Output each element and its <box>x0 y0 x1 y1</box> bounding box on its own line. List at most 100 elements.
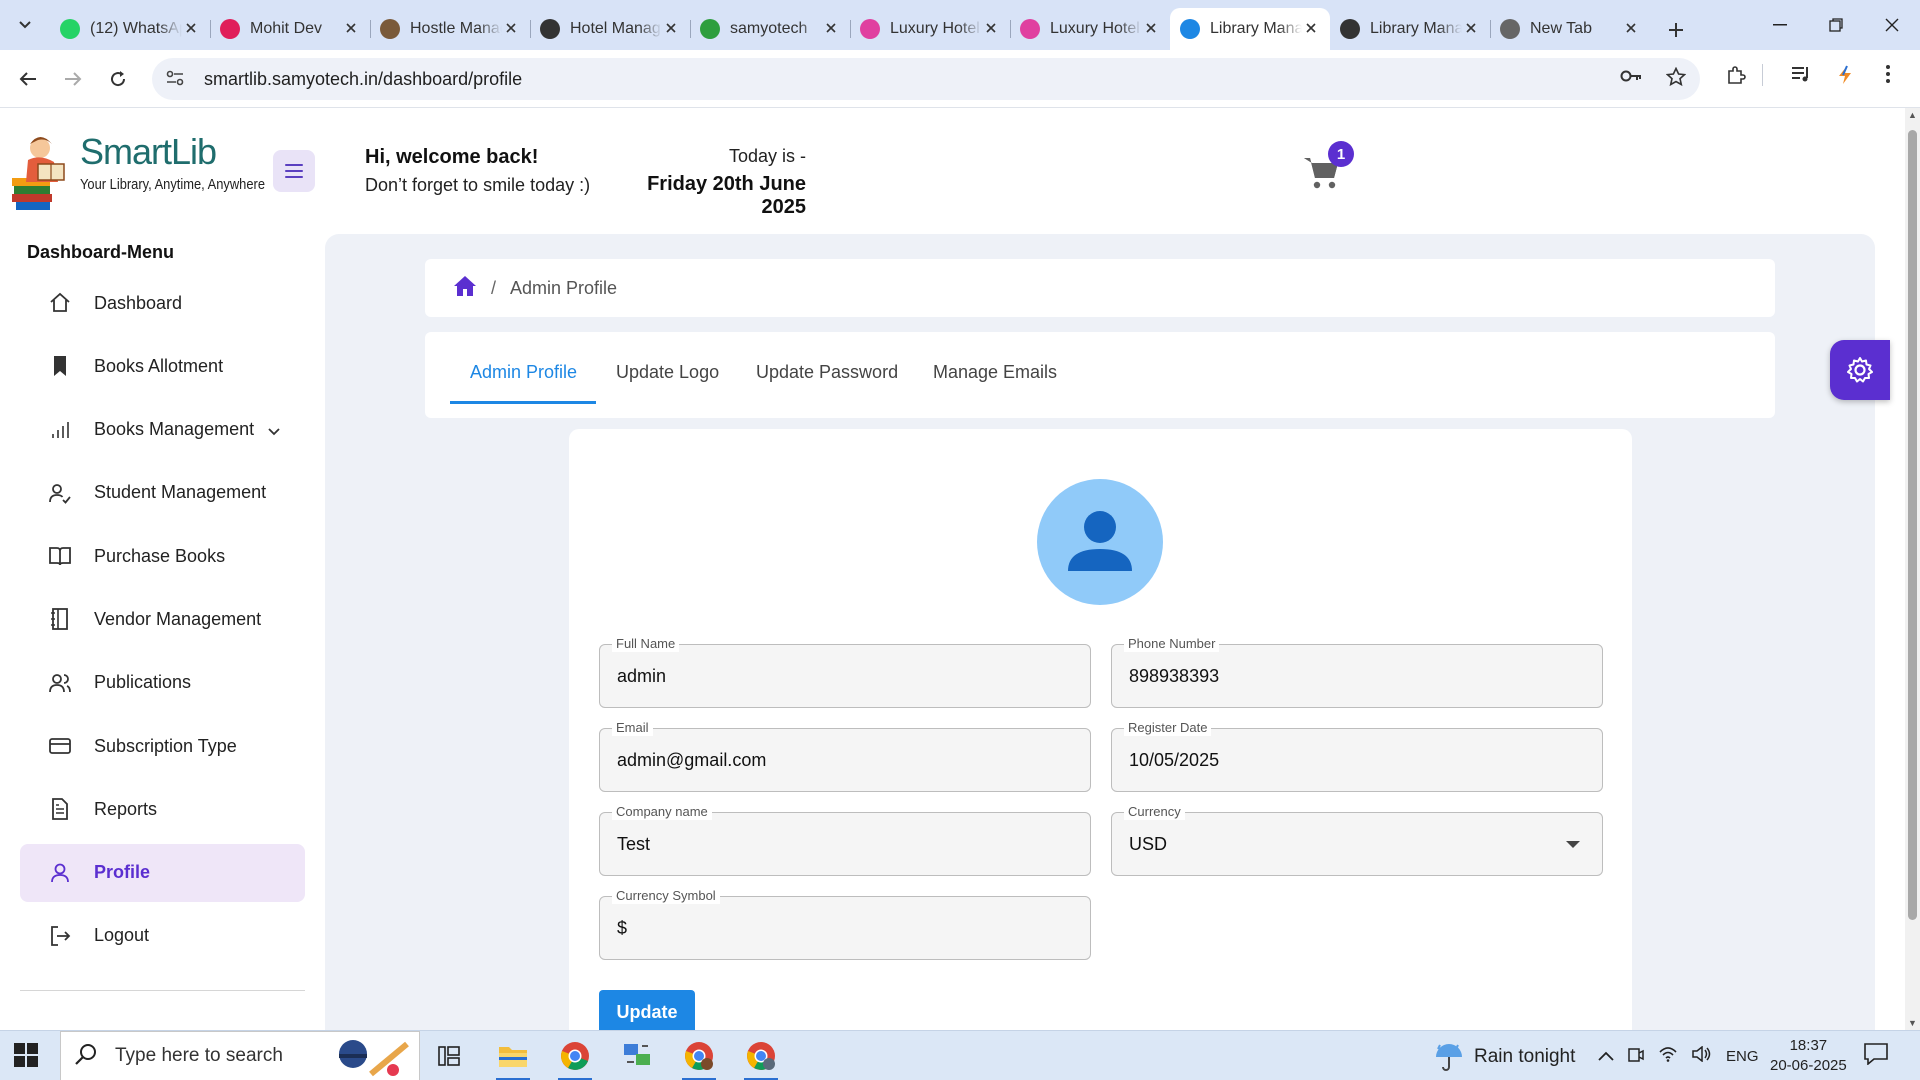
tab-manage-emails[interactable]: Manage Emails <box>933 332 1057 412</box>
extensions-icon[interactable] <box>1726 65 1746 90</box>
sidebar-item-books-allotment[interactable]: Books Allotment <box>20 337 305 395</box>
profile-extension-icon[interactable] <box>1836 65 1854 90</box>
browser-tab[interactable]: samyotech <box>690 11 850 47</box>
tab-close-icon[interactable] <box>1142 20 1160 38</box>
company-name-field[interactable]: Company name Test <box>599 804 1091 876</box>
wifi-icon[interactable] <box>1658 1046 1678 1066</box>
chrome-profile-button-2[interactable] <box>738 1036 784 1080</box>
phone-number-value[interactable]: 898938393 <box>1129 666 1219 687</box>
forward-button[interactable] <box>59 65 87 93</box>
browser-tab[interactable]: (12) WhatsApp <box>50 11 210 47</box>
restore-button[interactable] <box>1808 0 1864 50</box>
back-button[interactable] <box>14 65 42 93</box>
sidebar-item-logout[interactable]: Logout <box>20 907 305 965</box>
browser-tab[interactable]: Luxury Hotel <box>850 11 1010 47</box>
volume-icon[interactable] <box>1692 1045 1712 1066</box>
tab-admin-profile[interactable]: Admin Profile <box>470 332 577 412</box>
network-computers-icon <box>624 1044 650 1065</box>
currency-select[interactable]: Currency USD <box>1111 804 1603 876</box>
breadcrumb-home-icon[interactable] <box>453 275 477 302</box>
browser-tab[interactable]: Library Management <box>1170 8 1330 50</box>
register-date-value[interactable]: 10/05/2025 <box>1129 750 1219 771</box>
company-name-value[interactable]: Test <box>617 834 650 855</box>
browser-tab[interactable]: Library Management <box>1330 11 1490 47</box>
phone-number-field[interactable]: Phone Number 898938393 <box>1111 636 1603 708</box>
currency-symbol-value[interactable]: $ <box>617 918 627 939</box>
tab-update-password[interactable]: Update Password <box>756 332 898 412</box>
sidebar-item-subscription-type[interactable]: Subscription Type <box>20 717 305 775</box>
email-value[interactable]: admin@gmail.com <box>617 750 766 771</box>
bookmark-star-icon[interactable] <box>1665 66 1687 92</box>
tab-close-icon[interactable] <box>1622 20 1640 38</box>
browser-menu-icon[interactable] <box>1886 65 1890 88</box>
sidebar-item-vendor-management[interactable]: Vendor Management <box>20 590 305 648</box>
full-name-label: Full Name <box>612 636 680 652</box>
update-button[interactable]: Update <box>599 990 695 1030</box>
settings-fab[interactable] <box>1830 340 1890 400</box>
sidebar-item-profile[interactable]: Profile <box>20 843 305 902</box>
sidebar-toggle-button[interactable] <box>273 150 315 192</box>
sidebar-item-student-management[interactable]: Student Management <box>20 464 305 522</box>
reload-button[interactable] <box>104 65 132 93</box>
input-language[interactable]: ENG <box>1726 1048 1759 1065</box>
weather-widget[interactable]: Rain tonight <box>1434 1043 1575 1071</box>
browser-tab-title: samyotech <box>730 20 808 37</box>
scroll-up-arrow-icon[interactable]: ▲ <box>1905 110 1920 120</box>
tab-close-icon[interactable] <box>1462 20 1480 38</box>
show-hidden-icons-chevron-icon[interactable] <box>1598 1048 1614 1065</box>
clock-date: 20-06-2025 <box>1770 1057 1847 1074</box>
sidebar-item-publications[interactable]: Publications <box>20 654 305 712</box>
start-button[interactable] <box>14 1043 38 1072</box>
network-app-button[interactable] <box>614 1036 660 1076</box>
scroll-down-arrow-icon[interactable]: ▼ <box>1905 1018 1920 1028</box>
tab-close-icon[interactable] <box>982 20 1000 38</box>
sidebar-item-dashboard[interactable]: Dashboard <box>20 274 305 332</box>
browser-tab[interactable]: Luxury Hotel <box>1010 11 1170 47</box>
tab-close-icon[interactable] <box>662 20 680 38</box>
task-view-button[interactable] <box>426 1036 472 1076</box>
meet-now-icon[interactable] <box>1628 1045 1644 1067</box>
browser-tab[interactable]: Mohit Dev <box>210 11 370 47</box>
browser-tab[interactable]: Hotel Management <box>530 11 690 47</box>
sidebar-item-purchase-books[interactable]: Purchase Books <box>20 527 305 585</box>
smartlib-logo[interactable]: SmartLib Your Library, Anytime, Anywhere <box>10 132 295 212</box>
chevron-down-icon <box>19 21 31 29</box>
notification-icon <box>1864 1043 1888 1066</box>
dropdown-caret-icon[interactable] <box>1566 841 1580 848</box>
media-control-icon[interactable] <box>1791 65 1811 88</box>
password-key-icon[interactable] <box>1620 67 1642 92</box>
register-date-field[interactable]: Register Date 10/05/2025 <box>1111 720 1603 792</box>
currency-value[interactable]: USD <box>1129 834 1167 855</box>
site-info-icon[interactable] <box>166 70 190 89</box>
chrome-taskbar-button[interactable] <box>552 1036 598 1080</box>
tab-close-icon[interactable] <box>342 20 360 38</box>
currency-symbol-field[interactable]: Currency Symbol $ <box>599 888 1091 960</box>
file-explorer-button[interactable] <box>490 1036 536 1080</box>
minimize-button[interactable] <box>1752 0 1808 50</box>
close-window-button[interactable] <box>1864 0 1920 50</box>
sidebar-item-reports[interactable]: Reports <box>20 780 305 838</box>
sidebar-item-books-management[interactable]: Books Management <box>20 401 305 459</box>
url-text[interactable]: smartlib.samyotech.in/dashboard/profile <box>204 69 522 90</box>
browser-tab[interactable]: New Tab <box>1490 11 1650 47</box>
full-name-value[interactable]: admin <box>617 666 666 687</box>
browser-tab[interactable]: Hostle Management <box>370 11 530 47</box>
chrome-profile-button-1[interactable] <box>676 1036 722 1080</box>
chevron-down-icon[interactable] <box>267 421 281 442</box>
tab-close-icon[interactable] <box>502 20 520 38</box>
tab-search-button[interactable] <box>12 12 38 38</box>
scroll-thumb[interactable] <box>1908 130 1917 920</box>
tab-close-icon[interactable] <box>182 20 200 38</box>
new-tab-button[interactable] <box>1656 10 1696 50</box>
tab-update-logo[interactable]: Update Logo <box>616 332 719 412</box>
system-clock[interactable]: 18:37 20-06-2025 <box>1770 1036 1847 1076</box>
address-bar[interactable]: smartlib.samyotech.in/dashboard/profile <box>152 58 1700 100</box>
full-name-field[interactable]: Full Name admin <box>599 636 1091 708</box>
tab-close-icon[interactable] <box>822 20 840 38</box>
email-field[interactable]: Email admin@gmail.com <box>599 720 1091 792</box>
taskbar-search-box[interactable]: Type here to search <box>60 1031 420 1080</box>
page-scrollbar[interactable]: ▲ ▼ <box>1905 108 1920 1030</box>
system-tray: ENG <box>1598 1045 1759 1067</box>
tab-close-icon[interactable] <box>1302 20 1320 38</box>
notifications-button[interactable] <box>1864 1043 1888 1070</box>
